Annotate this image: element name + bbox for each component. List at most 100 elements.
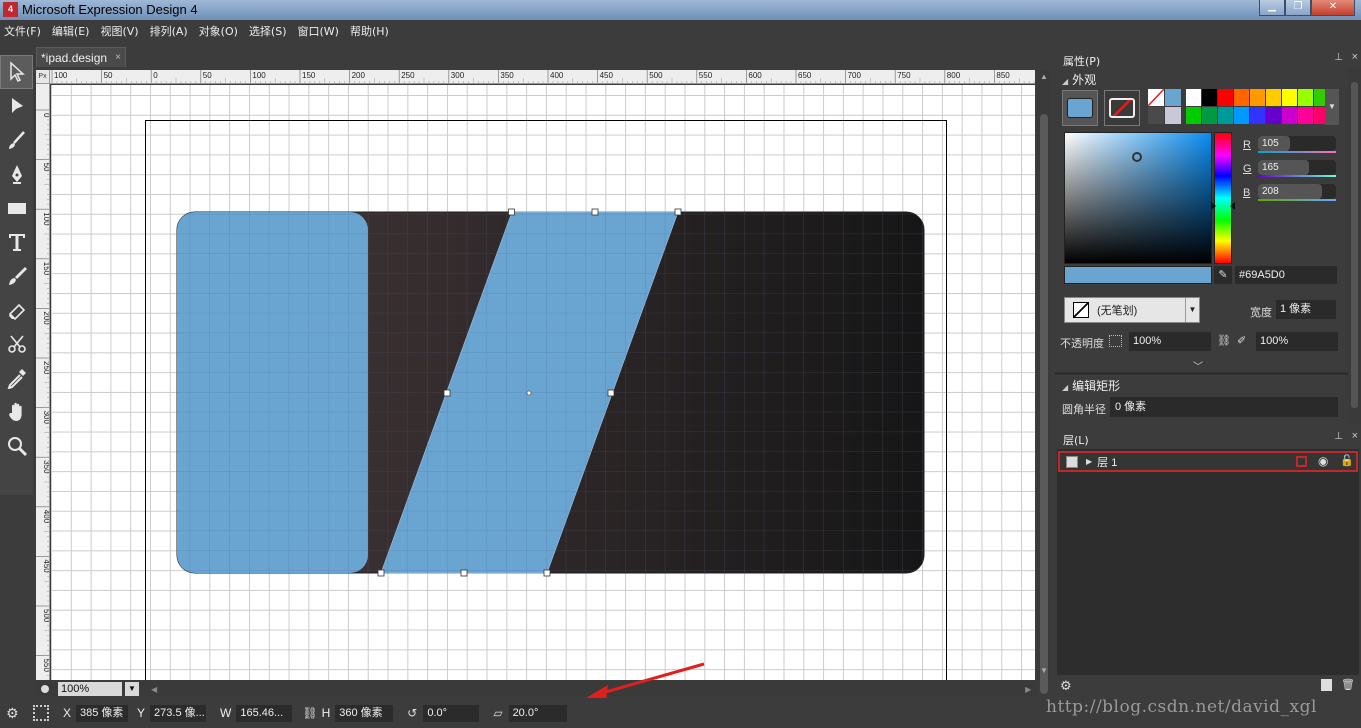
- stroke-selector[interactable]: [1104, 90, 1140, 126]
- palette-swatch[interactable]: [1298, 89, 1313, 106]
- pan-tool[interactable]: [0, 395, 33, 429]
- palette-swatch[interactable]: [1186, 89, 1201, 106]
- close-panel-icon[interactable]: ×: [1352, 51, 1358, 63]
- palette-swatch[interactable]: [1250, 107, 1265, 124]
- handle-top-left[interactable]: [508, 208, 515, 216]
- brush-tool[interactable]: [0, 123, 33, 157]
- stroke-dropdown[interactable]: (无笔划) ▼: [1064, 297, 1200, 323]
- layer-color-icon[interactable]: [1296, 456, 1307, 467]
- properties-scrollbar[interactable]: [1348, 68, 1361, 423]
- palette-swatch[interactable]: [1298, 107, 1313, 124]
- palette-swatch[interactable]: [1266, 107, 1281, 124]
- maximize-button[interactable]: ❐: [1285, 0, 1311, 16]
- palette-swatch[interactable]: [1282, 89, 1297, 106]
- b-field[interactable]: 208: [1258, 184, 1336, 199]
- menu-view[interactable]: 视图(V): [100, 23, 138, 39]
- link-icon[interactable]: ⛓: [302, 706, 317, 720]
- palette-swatch[interactable]: [1234, 107, 1249, 124]
- h-field[interactable]: 360 像素: [335, 704, 394, 722]
- handle-top-right[interactable]: [674, 208, 682, 216]
- scrollbar-thumb[interactable]: [1040, 114, 1048, 694]
- close-panel-icon[interactable]: ×: [1352, 430, 1358, 442]
- appearance-section-header[interactable]: ◢ 外观: [1062, 71, 1096, 88]
- menu-object[interactable]: 对象(O): [199, 23, 238, 39]
- trash-icon[interactable]: 🗑: [1341, 678, 1355, 691]
- scroll-right-icon[interactable]: ▶: [1025, 685, 1031, 694]
- corner-radius-field[interactable]: 0 像素: [1110, 397, 1338, 417]
- handle-bottom-right[interactable]: [543, 569, 551, 577]
- gear-icon[interactable]: ⚙: [1060, 678, 1072, 694]
- r-field[interactable]: 105: [1258, 136, 1336, 151]
- palette-swatch[interactable]: [1202, 89, 1217, 106]
- text-tool[interactable]: [0, 225, 33, 259]
- lock-icon[interactable]: 🔓: [1340, 454, 1354, 467]
- design-canvas[interactable]: [51, 85, 1035, 680]
- menu-arrange[interactable]: 排列(A): [150, 23, 188, 39]
- expand-more-icon[interactable]: ﹀: [1193, 358, 1203, 373]
- handle-top-middle[interactable]: [591, 208, 599, 216]
- eraser-tool[interactable]: [0, 293, 33, 327]
- eyedropper-tool[interactable]: [0, 361, 33, 395]
- picker-cursor[interactable]: [1132, 152, 1142, 162]
- handle-middle-left[interactable]: [443, 389, 451, 397]
- pen-tool[interactable]: [0, 157, 33, 191]
- zoom-dropdown-icon[interactable]: ▼: [125, 682, 139, 696]
- paint-brush-tool[interactable]: [0, 259, 33, 293]
- eye-icon[interactable]: ◉: [1318, 454, 1328, 468]
- palette-swatch[interactable]: [1218, 107, 1233, 124]
- palette-swatch[interactable]: [1186, 107, 1201, 124]
- direct-selection-tool[interactable]: [0, 89, 33, 123]
- new-layer-icon[interactable]: [1321, 679, 1332, 691]
- opacity-field[interactable]: 100%: [1129, 332, 1211, 351]
- fill-selector[interactable]: [1062, 90, 1098, 126]
- close-button[interactable]: ✕: [1311, 0, 1355, 16]
- link-icon[interactable]: ⛓: [1217, 334, 1231, 347]
- pin-icon[interactable]: ⊥: [1334, 52, 1343, 63]
- palette-swatch[interactable]: [1266, 89, 1281, 106]
- stroke-width-field[interactable]: 1 像素: [1276, 300, 1336, 319]
- menu-help[interactable]: 帮助(H): [350, 23, 389, 39]
- expand-triangle-icon[interactable]: ▶: [1086, 457, 1092, 466]
- palette-swatch[interactable]: [1202, 107, 1217, 124]
- minimize-button[interactable]: ▁: [1259, 0, 1285, 16]
- scroll-left-icon[interactable]: ◀: [151, 685, 157, 694]
- rectangle-tool[interactable]: [0, 191, 33, 225]
- handle-middle-right[interactable]: [607, 389, 615, 397]
- stroke-opacity-field[interactable]: 100%: [1256, 332, 1338, 351]
- properties-scrollbar-thumb[interactable]: [1351, 82, 1358, 408]
- gear-icon[interactable]: ⚙: [6, 706, 20, 720]
- rotation-field[interactable]: 0.0°: [423, 704, 480, 722]
- edit-rect-section-header[interactable]: ◢ 编辑矩形: [1062, 377, 1120, 394]
- handle-bottom-left[interactable]: [377, 569, 385, 577]
- color-palette[interactable]: [1186, 89, 1329, 125]
- menu-select[interactable]: 选择(S): [249, 23, 287, 39]
- hex-field[interactable]: #69A5D0: [1235, 266, 1337, 284]
- canvas-vertical-scrollbar[interactable]: ▲ ▼: [1037, 70, 1051, 694]
- recent-swatches[interactable]: [1148, 89, 1182, 125]
- handle-bottom-middle[interactable]: [460, 569, 468, 577]
- layer-row[interactable]: ▶ 层 1 ◉ 🔓: [1058, 451, 1358, 472]
- palette-swatch[interactable]: [1218, 89, 1233, 106]
- selection-tool[interactable]: [0, 55, 33, 89]
- scroll-up-icon[interactable]: ▲: [1040, 72, 1048, 81]
- menu-edit[interactable]: 编辑(E): [52, 23, 90, 39]
- y-field[interactable]: 273.5 像...: [150, 704, 207, 722]
- menu-window[interactable]: 窗口(W): [298, 23, 339, 39]
- scissors-tool[interactable]: [0, 327, 33, 361]
- scroll-down-icon[interactable]: ▼: [1040, 666, 1048, 675]
- document-tab[interactable]: *ipad.design ×: [36, 47, 126, 67]
- palette-swatch[interactable]: [1250, 89, 1265, 106]
- pin-icon[interactable]: ⊥: [1334, 431, 1343, 442]
- skew-field[interactable]: 20.0°: [508, 704, 567, 722]
- menu-file[interactable]: 文件(F): [4, 23, 41, 39]
- palette-dropdown-icon[interactable]: ▼: [1325, 89, 1339, 125]
- palette-swatch[interactable]: [1234, 89, 1249, 106]
- palette-swatch[interactable]: [1282, 107, 1297, 124]
- w-field[interactable]: 165.46...: [236, 704, 293, 722]
- g-field[interactable]: 165: [1258, 160, 1336, 175]
- eyedropper-icon[interactable]: ✎: [1214, 266, 1232, 284]
- hue-slider[interactable]: [1214, 132, 1232, 264]
- x-field[interactable]: 385 像素: [76, 704, 129, 722]
- close-icon[interactable]: ×: [115, 52, 121, 63]
- zoom-input[interactable]: 100%: [58, 682, 122, 696]
